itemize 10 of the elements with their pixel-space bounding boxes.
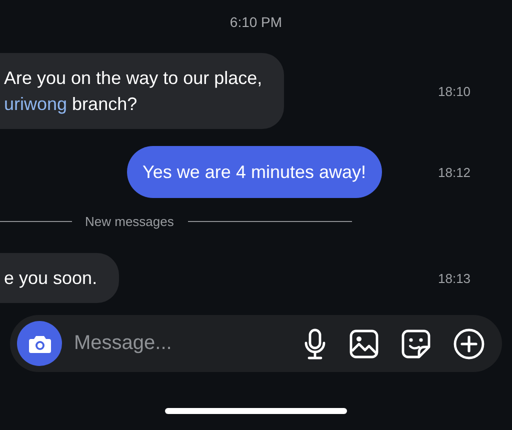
message-time: 18:13 <box>438 270 471 286</box>
message-bubble: e you soon. <box>0 253 120 303</box>
timestamp: 6:10 PM <box>230 13 282 32</box>
message-bubble: Yes we are 4 minutes away! <box>126 146 382 198</box>
message-input[interactable]: Message... <box>74 328 281 358</box>
message-time: 18:10 <box>438 84 471 98</box>
new-messages-label: New messages <box>85 214 174 228</box>
message-time: 18:12 <box>438 164 471 180</box>
message-bubble: Are you on the way to our place, uriwong branch? <box>0 53 284 129</box>
place-link[interactable]: uriwong <box>4 94 68 114</box>
